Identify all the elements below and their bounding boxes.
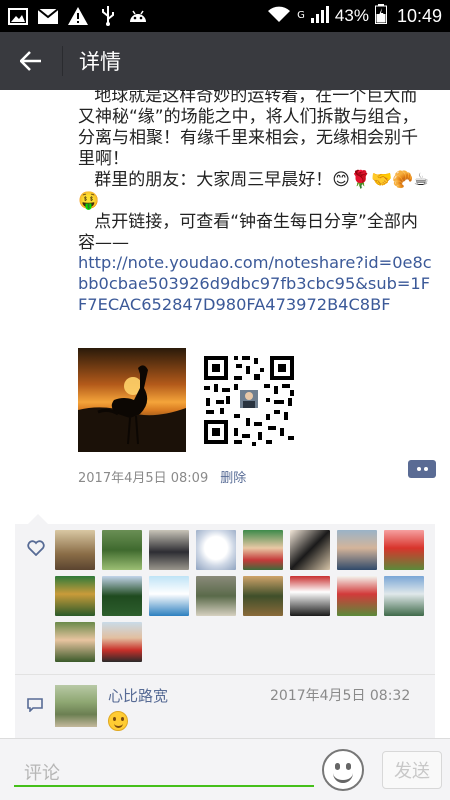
liker-avatar[interactable] <box>243 576 283 616</box>
liker-avatar[interactable] <box>337 530 377 570</box>
back-button[interactable] <box>0 32 62 90</box>
page-title: 详情 <box>79 50 121 74</box>
post-meta: 2017年4月5日 08:09 删除 <box>78 467 246 486</box>
liker-avatar[interactable] <box>337 576 377 616</box>
send-button[interactable]: 发送 <box>382 751 442 789</box>
comment-item[interactable]: 心比路宽 2017年4月5日 08:32 <box>15 674 435 738</box>
signal-icon <box>310 5 329 28</box>
liker-avatar[interactable] <box>102 622 142 662</box>
liker-avatar[interactable] <box>196 576 236 616</box>
dot-icon <box>423 467 428 471</box>
likes-panel <box>15 524 435 674</box>
back-arrow-icon <box>20 51 41 71</box>
comment-time: 2017年4月5日 08:32 <box>270 688 411 704</box>
liker-avatar[interactable] <box>290 530 330 570</box>
smile-emoji <box>108 711 128 731</box>
qr-code-image[interactable] <box>194 348 302 452</box>
comment-input[interactable]: 评论 <box>14 751 314 787</box>
liker-avatars <box>55 530 435 662</box>
emoji-picker-button[interactable] <box>322 749 364 791</box>
post-link[interactable]: http://note.youdao.com/noteshare?id=0e8c… <box>78 252 434 315</box>
network-type: G <box>297 9 305 21</box>
post-date: 2017年4月5日 08:09 <box>78 471 209 486</box>
liker-avatar[interactable] <box>149 530 189 570</box>
post-text: 地球就是这样奇妙的运转着，在一个巨大而又神秘“缘”的场能之中，将人们拆散与组合，… <box>78 90 429 253</box>
liker-avatar[interactable] <box>384 530 424 570</box>
liker-avatar[interactable] <box>243 530 283 570</box>
status-bar: G 43% 10:49 <box>0 0 450 32</box>
post-images <box>78 348 302 452</box>
comment-input-bar: 评论 发送 <box>0 738 450 800</box>
heart-icon <box>27 540 45 560</box>
liker-avatar[interactable] <box>55 576 95 616</box>
android-icon <box>128 7 148 25</box>
gallery-icon <box>8 7 28 25</box>
sunset-crane-photo[interactable] <box>78 348 186 452</box>
commenter-avatar[interactable] <box>55 685 97 727</box>
wifi-icon <box>267 5 291 28</box>
liker-avatar[interactable] <box>55 622 95 662</box>
commenter-name[interactable]: 心比路宽 <box>108 685 168 706</box>
battery-icon <box>374 3 387 29</box>
likes-arrow <box>28 514 48 524</box>
liker-avatar[interactable] <box>55 530 95 570</box>
clock: 10:49 <box>396 5 442 26</box>
liker-avatar[interactable] <box>102 530 142 570</box>
liker-avatar[interactable] <box>102 576 142 616</box>
warning-icon <box>68 7 88 25</box>
delete-link[interactable]: 删除 <box>220 467 246 486</box>
liker-avatar[interactable] <box>290 576 330 616</box>
title-bar: 详情 <box>0 32 450 90</box>
post-detail: 地球就是这样奇妙的运转着，在一个巨大而又神秘“缘”的场能之中，将人们拆散与组合，… <box>0 90 450 738</box>
comment-icon <box>27 697 43 716</box>
title-divider <box>62 46 63 76</box>
usb-icon <box>98 6 118 26</box>
battery-percent: 43% <box>334 6 369 25</box>
liker-avatar[interactable] <box>384 576 424 616</box>
comment-toggle-button[interactable] <box>408 460 436 478</box>
mail-icon <box>38 7 58 25</box>
liker-avatar[interactable] <box>196 530 236 570</box>
dot-icon <box>416 467 421 471</box>
liker-avatar[interactable] <box>149 576 189 616</box>
